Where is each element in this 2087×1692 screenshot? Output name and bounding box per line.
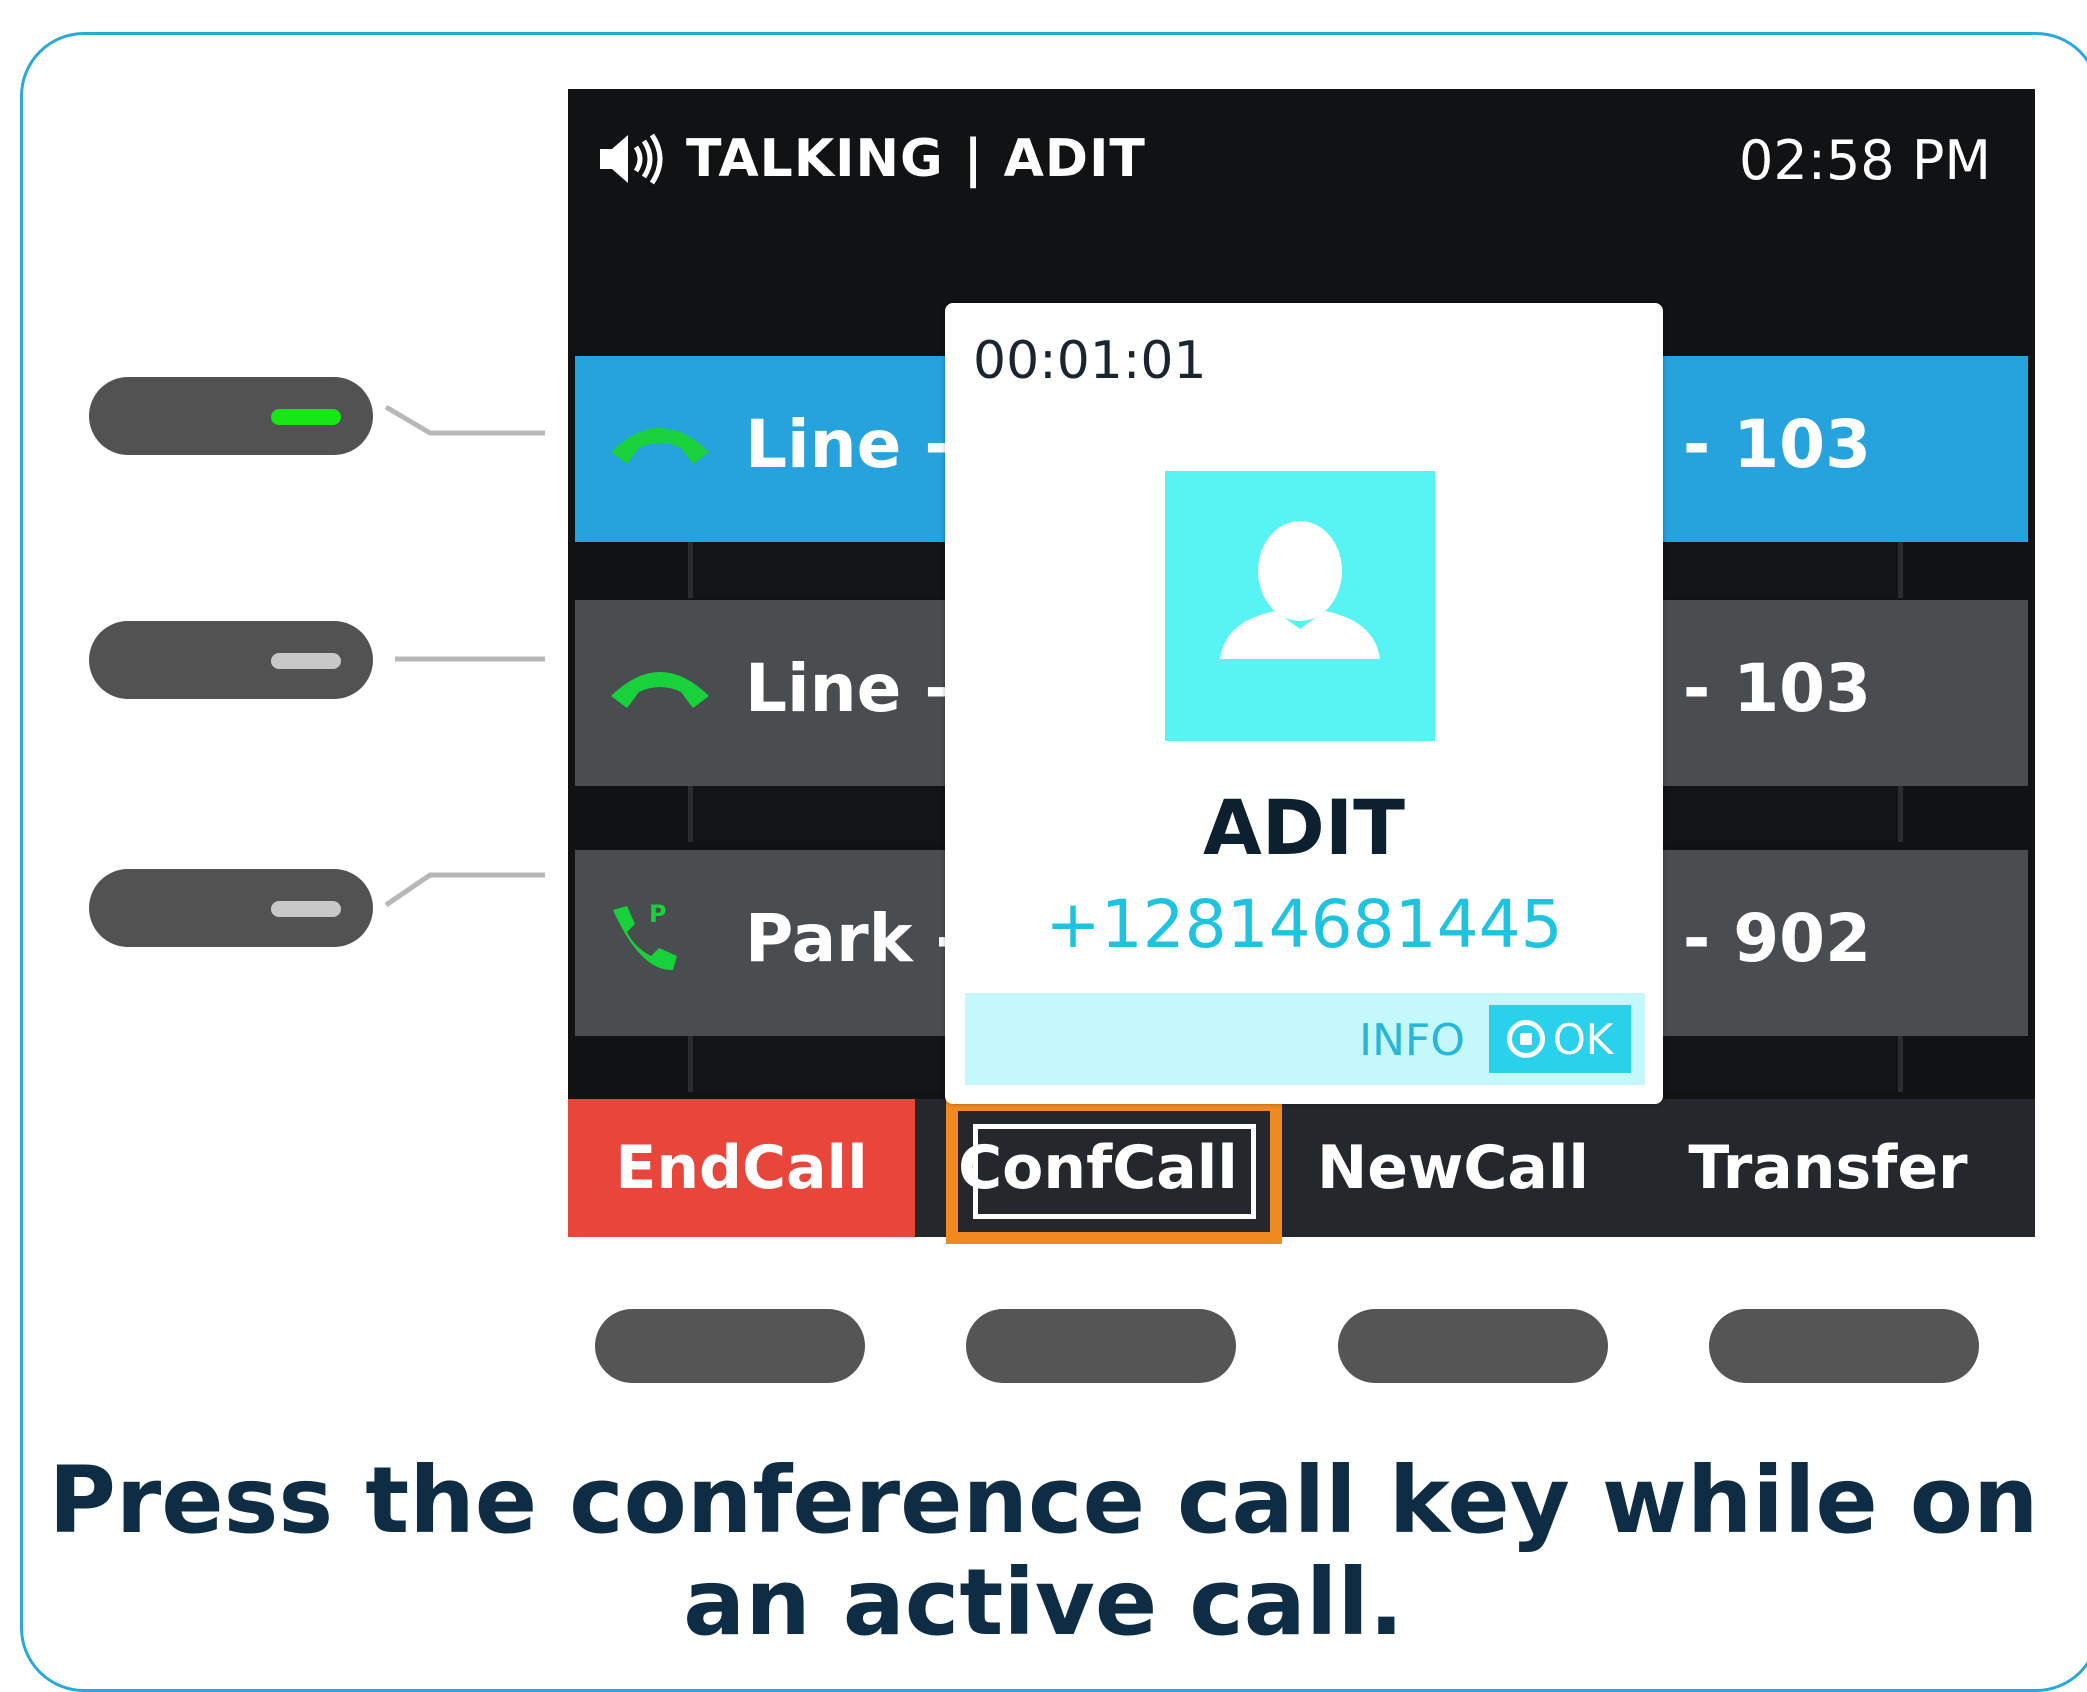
contact-name: ADIT: [1202, 783, 1406, 872]
status-separator: |: [963, 129, 984, 189]
line-key-2-led: [271, 653, 341, 669]
call-state: TALKING: [686, 129, 944, 189]
transfer-softkey[interactable]: Transfer: [1658, 1099, 1998, 1237]
ok-label: OK: [1552, 1014, 1614, 1064]
softkey-button-2[interactable]: [966, 1309, 1236, 1383]
new-call-softkey[interactable]: NewCall: [1288, 1099, 1618, 1237]
call-info-popup: 00:01:01 ADIT +12814681445 INFO OK: [945, 303, 1663, 1104]
conf-call-focus-border: [973, 1124, 1256, 1219]
line-row-2-label: Line -: [745, 650, 952, 727]
line-row-1-label: Line -: [745, 406, 952, 483]
instruction-caption: Press the conference call key while on a…: [0, 1450, 2087, 1654]
clock: 02:58 PM: [1739, 129, 1991, 192]
contact-number: +12814681445: [1045, 886, 1563, 963]
park-call-icon: P: [613, 900, 677, 971]
caption-line-1: Press the conference call key while on: [48, 1447, 2039, 1554]
line-key-1-led: [271, 409, 341, 425]
call-timer: 00:01:01: [973, 331, 1207, 391]
info-label: INFO: [1359, 1015, 1465, 1066]
speaker-icon: [600, 133, 663, 185]
phone-handset-icon: [611, 428, 709, 464]
line-key-1[interactable]: [89, 377, 373, 455]
status-bar: TALKING | ADIT 02:58 PM: [568, 89, 2035, 225]
softkey-button-4[interactable]: [1709, 1309, 1979, 1383]
ok-button[interactable]: OK: [1489, 1005, 1631, 1073]
contact-avatar: [1165, 471, 1435, 741]
caption-line-2: an active call.: [683, 1549, 1404, 1656]
line-key-connectors: [384, 404, 545, 908]
ok-ring-icon: [1506, 1020, 1545, 1058]
line-key-2[interactable]: [89, 621, 373, 699]
softkey-button-3[interactable]: [1338, 1309, 1608, 1383]
person-avatar-icon: [1220, 521, 1380, 659]
softkey-button-1[interactable]: [595, 1309, 865, 1383]
line-key-3-led: [271, 901, 341, 917]
softkey-bar: EndCall ConfCall NewCall Transfer: [568, 1099, 2035, 1237]
status-contact: ADIT: [1003, 129, 1146, 189]
phone-handset-icon: [611, 672, 709, 708]
end-call-softkey[interactable]: EndCall: [568, 1099, 915, 1237]
line-key-3[interactable]: [89, 869, 373, 947]
svg-text:P: P: [649, 900, 667, 928]
info-bar: INFO OK: [965, 993, 1645, 1085]
park-row-label: Park -: [745, 900, 963, 977]
